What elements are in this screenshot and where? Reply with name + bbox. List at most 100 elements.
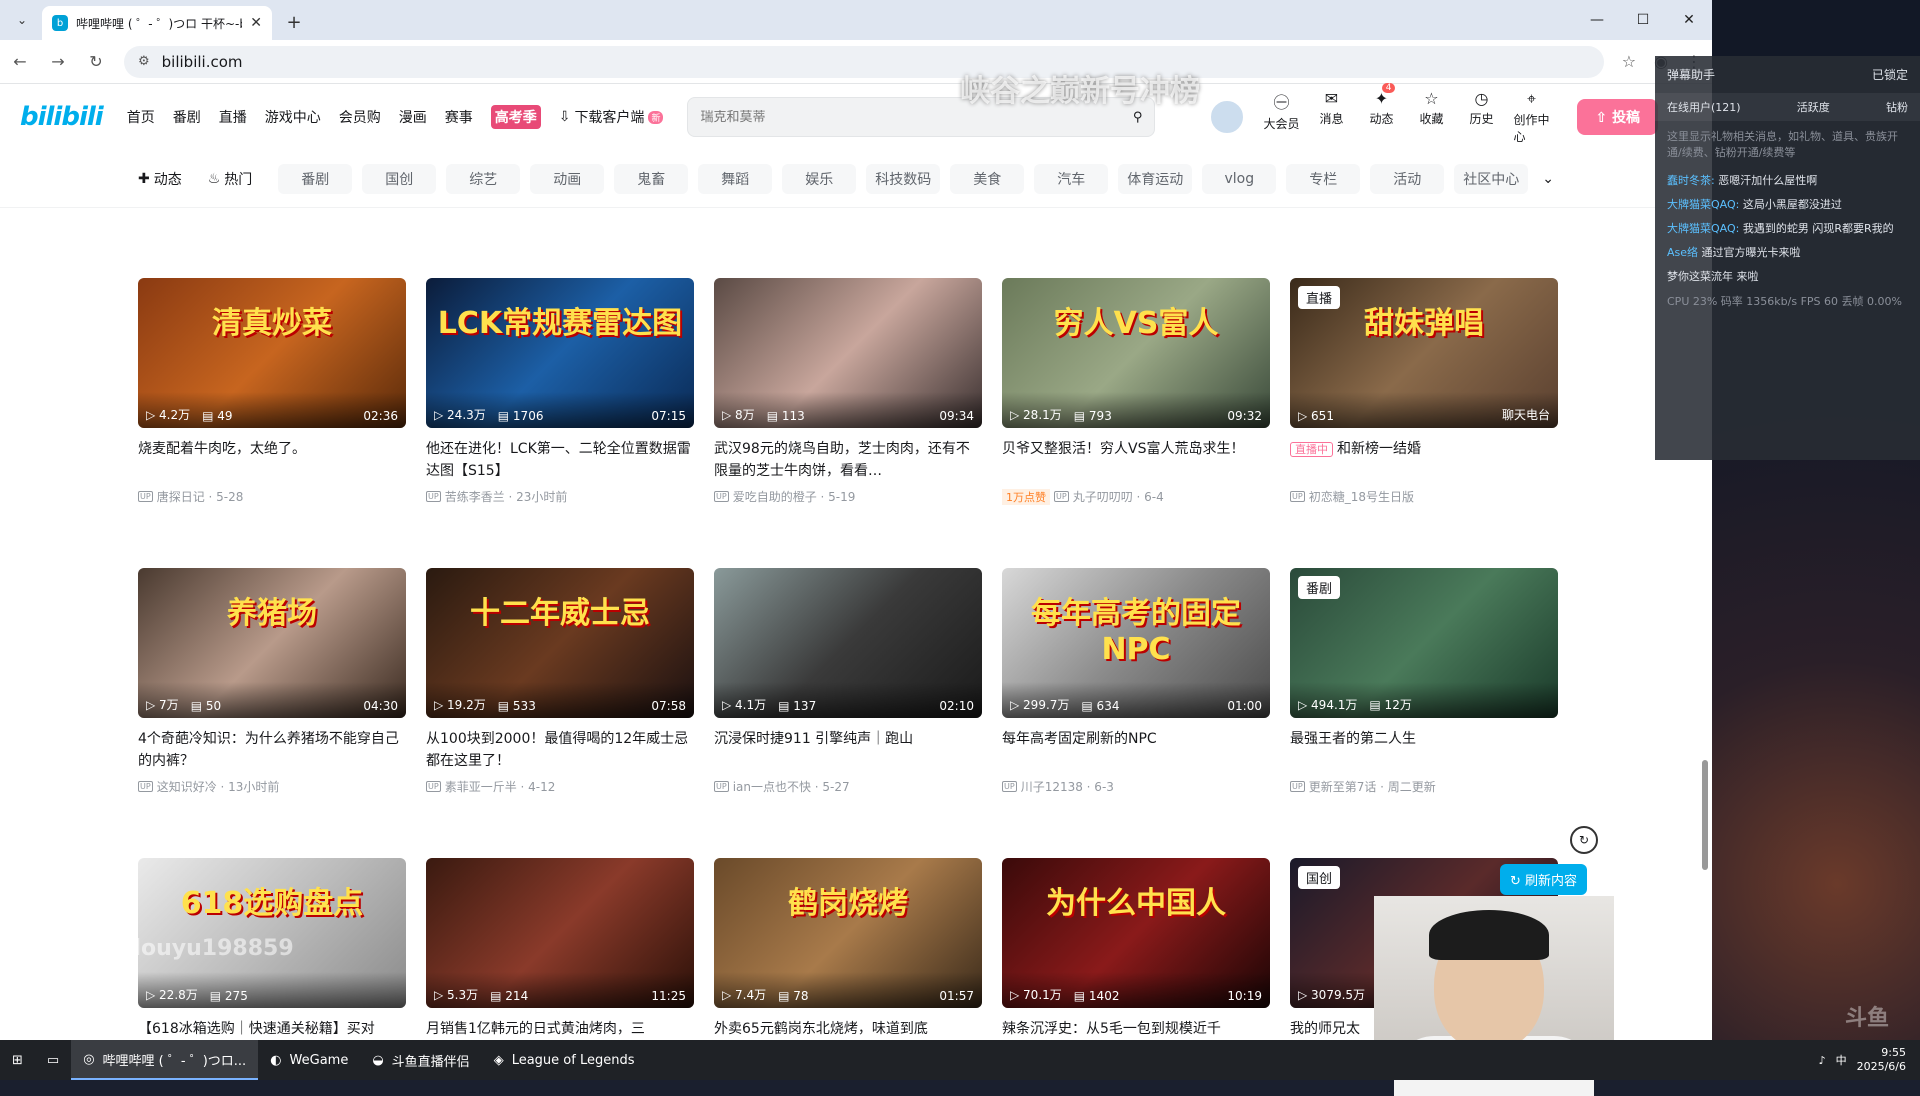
video-thumbnail[interactable]: ▷ 4.1万 ▤ 137 02:10 [714, 568, 982, 718]
page-scrollbar[interactable] [1702, 760, 1708, 870]
address-bar[interactable]: ⚙ bilibili.com [124, 45, 1604, 78]
uploader-name[interactable]: 唐探日记 · 5-28 [157, 488, 244, 505]
video-title[interactable]: 【618冰箱选购｜快速通关秘籍】买对 [138, 1018, 406, 1040]
close-window-icon[interactable]: ✕ [1666, 0, 1712, 40]
uploader-name[interactable]: 更新至第7话 · 周二更新 [1309, 778, 1436, 795]
close-tab-icon[interactable]: ✕ [250, 15, 262, 31]
nav-gaokao-banner[interactable]: 高考季 [490, 105, 541, 129]
bookmark-star-icon[interactable]: ☆ [1622, 52, 1636, 71]
channel-item[interactable]: 番剧 [278, 163, 353, 194]
taskbar-wegame[interactable]: ◐ WeGame [258, 1040, 360, 1080]
video-card[interactable]: ▷ 4.1万 ▤ 137 02:10 沉浸保时捷911 引擎纯声｜跑山 UP ian一点也… [714, 568, 982, 795]
video-thumbnail[interactable]: 养猪场 ▷ 7万 ▤ 50 04:30 [138, 568, 406, 718]
video-card[interactable]: 鹤岗烧烤 ▷ 7.4万 ▤ 78 01:57 外卖65元鹤岗东北烧烤，味道到底 [714, 858, 982, 1040]
nav-shop[interactable]: 会员购 [339, 107, 381, 127]
nav-bangumi[interactable]: 番剧 [173, 107, 201, 127]
header-历史-button[interactable]: ◷ 历史 [1463, 89, 1499, 145]
video-card[interactable]: 养猪场 ▷ 7万 ▤ 50 04:30 4个奇葩冷知识：为什么养猪场不能穿自己的内裤？ U… [138, 568, 406, 795]
video-card[interactable]: 为什么中国人 ▷ 70.1万 ▤ 1402 10:19 辣条沉浮史：从5毛一包到规模近千 [1002, 858, 1270, 1040]
taskbar-douyu[interactable]: ◒ 斗鱼直播伴侣 [360, 1040, 481, 1080]
tab-search-icon[interactable]: ⌄ [8, 6, 36, 34]
video-thumbnail[interactable]: 甜妹弹唱 直播 ▷ 651 聊天电台 [1290, 278, 1558, 428]
video-thumbnail[interactable]: ▷ 5.3万 ▤ 214 11:25 [426, 858, 694, 1008]
video-card[interactable]: 甜妹弹唱 直播 ▷ 651 聊天电台 直播中 和新榜一结婚 UP 初恋糖_18号生日版 [1290, 278, 1558, 505]
avatar[interactable] [1209, 99, 1246, 135]
channel-item[interactable]: 国创 [362, 163, 437, 194]
channel-item[interactable]: 综艺 [446, 163, 521, 194]
video-title[interactable]: 武汉98元的烧鸟自助，芝士肉肉，还有不限量的芝士牛肉饼，看看… [714, 438, 982, 482]
header-消息-button[interactable]: ✉ 消息 [1313, 89, 1349, 145]
refresh-content-button[interactable]: ↻ 刷新内容 [1500, 864, 1588, 895]
channel-item[interactable]: 汽车 [1034, 163, 1109, 194]
video-thumbnail[interactable]: 穷人VS富人 ▷ 28.1万 ▤ 793 09:32 [1002, 278, 1270, 428]
video-card[interactable]: 清真炒菜 ▷ 4.2万 ▤ 49 02:36 烧麦配着牛肉吃，太绝了。 UP 唐探日记 · … [138, 278, 406, 505]
upload-button[interactable]: ⇧ 投稿 [1577, 99, 1659, 135]
uploader-name[interactable]: 爱吃自助的橙子 · 5-19 [733, 488, 856, 505]
nav-esports[interactable]: 赛事 [445, 107, 473, 127]
channel-item[interactable]: 专栏 [1286, 163, 1361, 194]
video-thumbnail[interactable]: 每年高考的固定NPC ▷ 299.7万 ▤ 634 01:00 [1002, 568, 1270, 718]
header-大会员-button[interactable]: ㊀大会员 [1263, 89, 1299, 145]
search-icon[interactable]: ⚲ [1133, 110, 1143, 125]
uploader-name[interactable]: 丸子叨叨叨 · 6-4 [1073, 488, 1164, 505]
video-title[interactable]: 贝爷又整狠活！穷人VS富人荒岛求生！ [1002, 438, 1270, 482]
video-title[interactable]: 每年高考固定刷新的NPC [1002, 728, 1270, 772]
video-title[interactable]: 外卖65元鹤岗东北烧烤，味道到底 [714, 1018, 982, 1040]
channel-item[interactable]: 活动 [1370, 163, 1445, 194]
refresh-circle-icon[interactable]: ↻ [1570, 826, 1598, 854]
video-thumbnail[interactable]: LCK常规赛雷达图 ▷ 24.3万 ▤ 1706 07:15 [426, 278, 694, 428]
ime-indicator[interactable]: 中 [1836, 1052, 1847, 1068]
video-card[interactable]: 每年高考的固定NPC ▷ 299.7万 ▤ 634 01:00 每年高考固定刷新的NPC… [1002, 568, 1270, 795]
maximize-icon[interactable]: ☐ [1620, 0, 1666, 40]
header-创作中心-button[interactable]: ⌖ 创作中心 [1513, 89, 1549, 145]
video-card[interactable]: ▷ 8万 ▤ 113 09:34 武汉98元的烧鸟自助，芝士肉肉，还有不限量的芝士牛肉… [714, 278, 982, 505]
video-title[interactable]: 直播中 和新榜一结婚 [1290, 438, 1558, 482]
taskbar-chrome[interactable]: ◎ 哔哩哔哩 ( ゜- ゜)つロ... [71, 1040, 259, 1080]
chevron-down-icon[interactable]: ⌄ [1542, 171, 1554, 187]
channel-quick-link[interactable]: ♨ 热门 [208, 169, 253, 189]
new-tab-icon[interactable]: + [280, 8, 308, 36]
lock-status[interactable]: 已锁定 [1872, 66, 1908, 83]
video-title[interactable]: 沉浸保时捷911 引擎纯声｜跑山 [714, 728, 982, 772]
panel-tab[interactable]: 活跃度 [1797, 99, 1830, 115]
search-input[interactable] [700, 109, 1133, 125]
channel-item[interactable]: 社区中心 [1454, 163, 1529, 194]
channel-item[interactable]: 鬼畜 [614, 163, 689, 194]
channel-item[interactable]: vlog [1202, 163, 1277, 194]
taskbar-lol[interactable]: ◈ League of Legends [482, 1040, 647, 1080]
video-card[interactable]: 穷人VS富人 ▷ 28.1万 ▤ 793 09:32 贝爷又整狠活！穷人VS富人荒岛求生… [1002, 278, 1270, 505]
video-title[interactable]: 他还在进化！LCK第一、二轮全位置数据雷达图【S15】 [426, 438, 694, 482]
uploader-name[interactable]: 素菲亚一斤半 · 4-12 [445, 778, 556, 795]
video-thumbnail[interactable]: 十二年威士忌 ▷ 19.2万 ▤ 533 07:58 [426, 568, 694, 718]
channel-item[interactable]: 体育运动 [1118, 163, 1193, 194]
site-info-icon[interactable]: ⚙ [138, 54, 150, 69]
uploader-name[interactable]: ian一点也不快 · 5-27 [733, 778, 850, 795]
uploader-name[interactable]: 川子12138 · 6-3 [1021, 778, 1114, 795]
volume-icon[interactable]: ♪ [1819, 1054, 1826, 1067]
forward-icon[interactable]: → [48, 52, 68, 71]
video-card[interactable]: 十二年威士忌 ▷ 19.2万 ▤ 533 07:58 从100块到2000！最值得喝的1… [426, 568, 694, 795]
video-thumbnail[interactable]: 为什么中国人 ▷ 70.1万 ▤ 1402 10:19 [1002, 858, 1270, 1008]
panel-tab[interactable]: 钻粉 [1886, 99, 1908, 115]
channel-quick-link[interactable]: ✚ 动态 [138, 169, 182, 189]
video-title[interactable]: 从100块到2000！最值得喝的12年威士忌都在这里了！ [426, 728, 694, 772]
channel-item[interactable]: 美食 [950, 163, 1025, 194]
nav-manga[interactable]: 漫画 [399, 107, 427, 127]
video-title[interactable]: 月销售1亿韩元的日式黄油烤肉，三 [426, 1018, 694, 1040]
panel-tab[interactable]: 在线用户(121) [1667, 99, 1741, 115]
channel-item[interactable]: 动画 [530, 163, 605, 194]
header-收藏-button[interactable]: ☆ 收藏 [1413, 89, 1449, 145]
bilibili-logo[interactable]: bilibili [20, 102, 104, 132]
video-title[interactable]: 最强王者的第二人生 [1290, 728, 1558, 772]
uploader-name[interactable]: 初恋糖_18号生日版 [1309, 488, 1414, 505]
video-title[interactable]: 烧麦配着牛肉吃，太绝了。 [138, 438, 406, 482]
file-explorer-button[interactable]: ▭ [35, 1040, 71, 1080]
video-card[interactable]: ▷ 5.3万 ▤ 214 11:25 月销售1亿韩元的日式黄油烤肉，三 [426, 858, 694, 1040]
video-thumbnail[interactable]: ▷ 8万 ▤ 113 09:34 [714, 278, 982, 428]
channel-item[interactable]: 娱乐 [782, 163, 857, 194]
uploader-name[interactable]: 苦练李香兰 · 23小时前 [445, 488, 568, 505]
uploader-name[interactable]: 这知识好冷 · 13小时前 [157, 778, 280, 795]
header-动态-button[interactable]: ✦ 动态 4 [1363, 83, 1399, 145]
nav-home[interactable]: 首页 [127, 107, 155, 127]
video-title[interactable]: 辣条沉浮史：从5毛一包到规模近千 [1002, 1018, 1270, 1040]
